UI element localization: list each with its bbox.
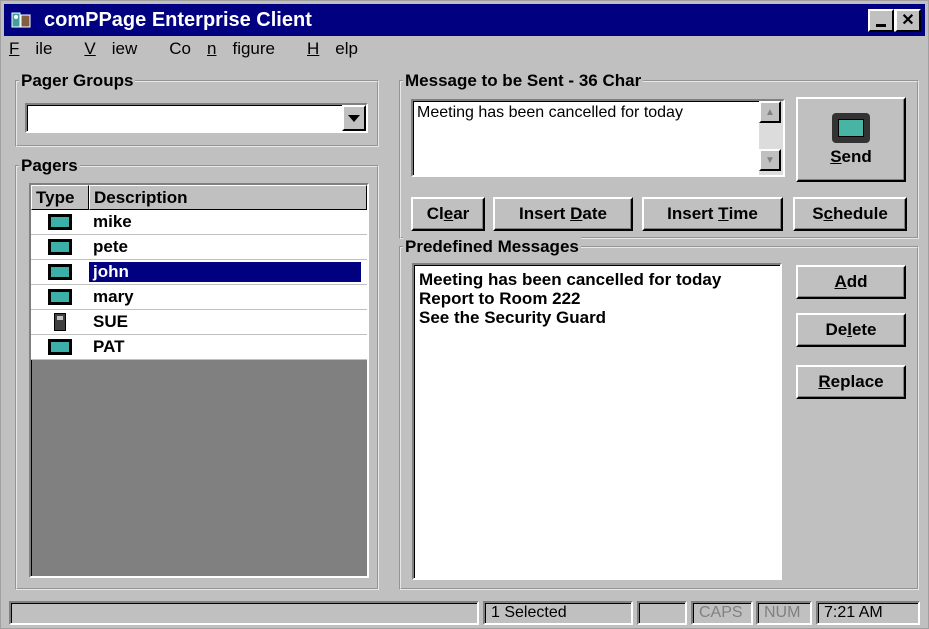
menu-file[interactable]: File <box>9 39 68 63</box>
pager-row-mike[interactable]: mike <box>31 210 367 235</box>
numeric-pager-icon <box>54 313 66 331</box>
list-item[interactable]: Report to Room 222 <box>419 289 775 308</box>
chevron-down-icon: ▼ <box>765 154 775 166</box>
scroll-up-button[interactable]: ▲ <box>759 101 781 123</box>
status-blank <box>637 601 687 625</box>
list-item[interactable]: Meeting has been cancelled for today <box>419 270 775 289</box>
pager-groups-label: Pager Groups <box>19 71 136 91</box>
column-header-description[interactable]: Description <box>89 185 367 210</box>
close-button[interactable]: ✕ <box>895 9 921 32</box>
pager-row-sue[interactable]: SUE <box>31 310 367 335</box>
clear-button[interactable]: Cl e ar <box>411 197 485 231</box>
send-button[interactable]: Send <box>796 97 906 182</box>
pagers-header: Type Description <box>31 185 367 210</box>
column-header-type[interactable]: Type <box>31 185 89 210</box>
chevron-up-icon: ▲ <box>765 106 775 118</box>
status-caps: CAPS <box>691 601 753 625</box>
message-text: Meeting has been cancelled for today <box>417 104 683 121</box>
replace-button[interactable]: Replace <box>796 365 906 399</box>
scroll-down-button[interactable]: ▼ <box>759 149 781 171</box>
title-bar[interactable]: comPPage Enterprise Client <box>4 4 925 36</box>
menu-view[interactable]: View <box>84 39 153 63</box>
window-title: comPPage Enterprise Client <box>44 8 312 31</box>
insert-date-button[interactable]: Insert Date <box>493 197 633 231</box>
status-main <box>9 601 479 625</box>
alphanumeric-pager-icon <box>48 289 72 305</box>
menu-configure[interactable]: Co n figure <box>169 39 291 63</box>
pagers-list[interactable]: Type Description mike pete john mary SUE… <box>29 183 369 578</box>
menu-help[interactable]: Help <box>307 39 374 63</box>
pager-send-icon <box>832 112 870 143</box>
delete-button[interactable]: De l ete <box>796 313 906 347</box>
pager-row-john[interactable]: john <box>31 260 367 285</box>
message-label: Message to be Sent - 36 Char <box>403 71 644 91</box>
schedule-button[interactable]: Sc hedule <box>793 197 907 231</box>
app-icon <box>10 9 32 31</box>
message-scrollbar[interactable]: ▲ ▼ <box>759 101 783 175</box>
status-selected: 1 Selected <box>483 601 633 625</box>
pagers-label: Pagers <box>19 156 80 176</box>
status-num: NUM <box>756 601 812 625</box>
insert-time-button[interactable]: Insert Time <box>642 197 783 231</box>
alphanumeric-pager-icon <box>48 239 72 255</box>
chevron-down-icon <box>348 114 360 122</box>
minimize-button[interactable] <box>868 9 894 32</box>
app-window: comPPage Enterprise Client ✕ File View C… <box>0 0 929 629</box>
dropdown-arrow-button[interactable] <box>342 105 366 131</box>
alphanumeric-pager-icon <box>48 339 72 355</box>
predefined-list[interactable]: Meeting has been cancelled for today Rep… <box>412 263 782 580</box>
close-icon: ✕ <box>901 11 915 29</box>
list-item[interactable]: See the Security Guard <box>419 308 775 327</box>
menu-bar: File View Co n figure Help <box>9 39 390 63</box>
pager-row-pat[interactable]: PAT <box>31 335 367 360</box>
predefined-label: Predefined Messages <box>403 237 581 257</box>
message-textarea[interactable]: Meeting has been cancelled for today ▲ ▼ <box>411 99 785 177</box>
status-time: 7:21 AM <box>816 601 920 625</box>
pager-row-pete[interactable]: pete <box>31 235 367 260</box>
pager-groups-combo[interactable] <box>25 103 368 133</box>
alphanumeric-pager-icon <box>48 214 72 230</box>
alphanumeric-pager-icon <box>48 264 72 280</box>
add-button[interactable]: Add <box>796 265 906 299</box>
pager-row-mary[interactable]: mary <box>31 285 367 310</box>
minimize-icon <box>876 24 886 27</box>
